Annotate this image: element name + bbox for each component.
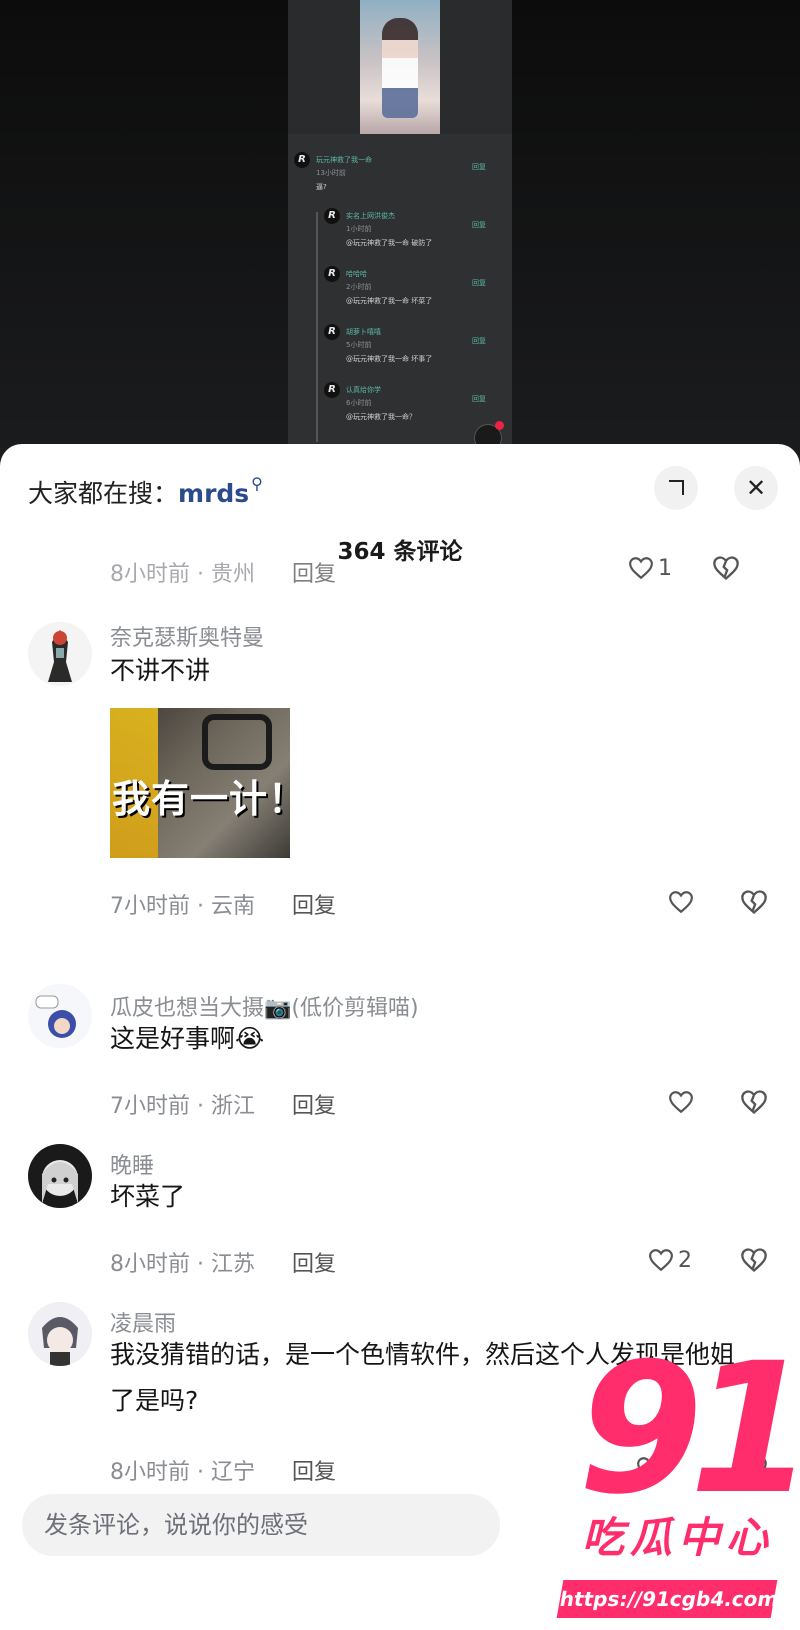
embedded-comment-screenshot: R 玩元神救了我一命 13小时前 逼? 回复 R 实名上网洪俊杰 1小时前 @玩元神… (288, 134, 512, 460)
avatar-r-icon: R (324, 266, 340, 282)
comment-meta: 8小时前 · 辽宁 回复 (110, 1454, 336, 1486)
comment-meta: 7小时前 · 浙江 回复 (110, 1088, 336, 1120)
search-prefix: 大家都在搜： (28, 479, 179, 508)
search-icon: ⚲ (251, 474, 263, 493)
mini-reply: 回复 (472, 279, 486, 287)
reply-button[interactable]: 回复 (292, 1094, 336, 1119)
broken-heart-icon (740, 1247, 768, 1273)
mini-reply: 回复 (472, 163, 486, 171)
dislike-button[interactable] (712, 552, 740, 582)
comment-text: 不讲不讲 (110, 656, 211, 685)
reply-button[interactable]: 回复 (292, 1460, 336, 1485)
meme-image[interactable]: 我有一计！ (110, 708, 290, 858)
comment-meta: 8小时前 · 贵州 回复 (110, 556, 336, 588)
mini-comment: R 认真给你学 6小时前 @玩元神救了我一命？ (324, 382, 416, 422)
mini-reply: 回复 (472, 221, 486, 229)
avatar-r-icon: R (324, 324, 340, 340)
like-button[interactable] (668, 1086, 694, 1116)
comment-item: 晚睡 坏菜了 8小时前 · 江苏 回复 2 (0, 1144, 800, 1278)
mini-comment: R 实名上网洪俊杰 1小时前 @玩元神救了我一命 破防了 (324, 208, 432, 248)
mini-comment: R 玩元神救了我一命 13小时前 逼? (294, 152, 372, 192)
avatar[interactable] (28, 1144, 92, 1208)
dislike-button[interactable] (740, 886, 768, 916)
broken-heart-icon (712, 555, 740, 581)
reply-button[interactable]: 回复 (292, 1252, 336, 1277)
mini-comment: R 胡萝卜嘻嘻 5小时前 @玩元神救了我一命 坏事了 (324, 324, 432, 364)
expand-icon (669, 480, 684, 495)
search-keyword-link[interactable]: mrds (178, 479, 249, 508)
avatar[interactable] (28, 1302, 92, 1366)
mini-reply: 回复 (472, 337, 486, 345)
reply-button[interactable]: 回复 (292, 562, 336, 587)
mini-reply: 回复 (472, 395, 486, 403)
watermark-name: 吃瓜中心 (582, 1513, 775, 1562)
avatar[interactable] (28, 984, 92, 1048)
close-button[interactable]: ✕ (734, 466, 778, 510)
like-button[interactable] (668, 886, 694, 916)
like-button[interactable]: 2 (648, 1244, 692, 1274)
avatar-r-icon: R (294, 152, 310, 168)
meme-caption: 我有一计！ (112, 777, 290, 821)
comment-text: 这是好事啊😭 (110, 1024, 265, 1053)
dislike-button[interactable] (740, 1086, 768, 1116)
comment-meta: 7小时前 · 云南 回复 (110, 888, 336, 920)
comment-partial: 8小时前 · 贵州 回复 1 (0, 555, 800, 596)
watermark-url: https://91cgb4.com (556, 1580, 781, 1618)
video-thumbnail (360, 0, 440, 134)
avatar-r-icon: R (324, 382, 340, 398)
dislike-button[interactable] (740, 1244, 768, 1274)
like-count: 1 (658, 556, 672, 581)
comment-time-location: 7小时前 · 浙江 (110, 1094, 255, 1119)
avatar[interactable] (28, 622, 92, 686)
heart-icon (648, 1248, 674, 1272)
heart-icon (668, 890, 694, 914)
watermark-logo: 91 吃瓜中心 https://91cgb4.com (556, 1325, 800, 1630)
comment-time-location: 8小时前 · 辽宁 (110, 1460, 255, 1485)
comment-time-location: 7小时前 · 云南 (110, 894, 255, 919)
comment-text: 坏菜了 (110, 1182, 186, 1211)
avatar-r-icon: R (324, 208, 340, 224)
heart-icon (668, 1090, 694, 1114)
comment-meta: 8小时前 · 江苏 回复 (110, 1246, 336, 1278)
expand-button[interactable] (654, 466, 698, 510)
heart-icon (628, 556, 654, 580)
trending-search[interactable]: 大家都在搜：mrds ⚲ (28, 474, 263, 510)
video-frame: R 玩元神救了我一命 13小时前 逼? 回复 R 实名上网洪俊杰 1小时前 @玩元神… (288, 0, 512, 460)
close-icon: ✕ (745, 474, 767, 502)
watermark-number: 91 (578, 1325, 800, 1534)
comment-item: 奈克瑟斯奥特曼 不讲不讲 我有一计！ 7小时前 · 云南 回复 (0, 620, 800, 920)
video-player[interactable]: R 玩元神救了我一命 13小时前 逼? 回复 R 实名上网洪俊杰 1小时前 @玩元神… (0, 0, 800, 460)
like-count: 2 (678, 1248, 692, 1273)
broken-heart-icon (740, 1089, 768, 1115)
thread-line (316, 212, 318, 442)
mini-comment: R 哈哈哈 2小时前 @玩元神救了我一命 坏菜了 (324, 266, 432, 306)
broken-heart-icon (740, 889, 768, 915)
comment-input[interactable]: 发条评论，说说你的感受 (22, 1494, 500, 1556)
comment-item: 瓜皮也想当大摄📷(低价剪辑喵) 这是好事啊😭 7小时前 · 浙江 回复 (0, 984, 800, 1120)
reply-button[interactable]: 回复 (292, 894, 336, 919)
comment-time-location: 8小时前 · 贵州 (110, 562, 255, 587)
like-button[interactable]: 1 (628, 552, 672, 582)
comment-time-location: 8小时前 · 江苏 (110, 1252, 255, 1277)
